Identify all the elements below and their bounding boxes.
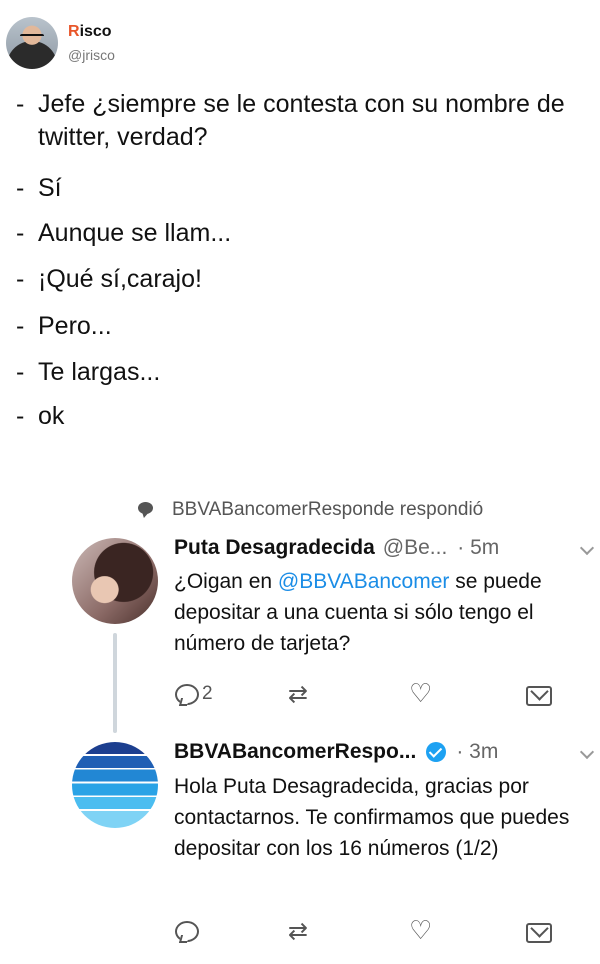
tweet-actions: 2 ⇄ ♡ <box>174 679 574 712</box>
envelope-icon <box>526 686 552 706</box>
dialog-line: - Pero... <box>16 310 112 343</box>
heart-icon: ♡ <box>409 679 433 709</box>
author-handle[interactable]: @jrisco <box>68 47 115 63</box>
reply-context-text: BBVABancomerResponde respondió <box>172 499 484 520</box>
dialog-line-text: Sí <box>38 174 62 202</box>
dialog-line-text: Aunque se llam... <box>38 219 232 247</box>
user-avatar[interactable] <box>72 538 158 624</box>
tweet-actions: ⇄ ♡ <box>174 916 574 949</box>
thread-connector <box>113 633 117 733</box>
dialog-line: - ¡Qué sí,carajo! <box>16 263 202 296</box>
verified-badge-icon <box>426 742 447 762</box>
tweet-body: ¿Oigan en @BBVABancomer se puede deposit… <box>174 570 542 655</box>
retweet-button[interactable]: ⇄ <box>288 682 308 706</box>
tweet-body: Hola Puta Desagradecida, gracias por con… <box>174 775 570 860</box>
like-button[interactable]: ♡ <box>409 679 433 709</box>
dialog-line-text: Jefe ¿siempre se le contesta con su nomb… <box>38 90 565 151</box>
dialog-line-text: ok <box>38 402 65 430</box>
dm-button[interactable] <box>526 686 552 706</box>
retweet-icon: ⇄ <box>288 917 309 945</box>
tweet-header: BBVABancomerRespo... · 3m <box>174 740 498 764</box>
heart-icon: ♡ <box>409 916 433 946</box>
author-avatar[interactable] <box>6 17 58 69</box>
tweet-timestamp[interactable]: · 3m <box>456 740 498 764</box>
speech-bubble-icon <box>136 501 156 519</box>
like-button[interactable]: ♡ <box>409 916 433 946</box>
dm-button[interactable] <box>526 923 552 943</box>
envelope-icon <box>526 923 552 943</box>
dialog-line: - Te largas... <box>16 356 160 389</box>
dialog-line-text: Te largas... <box>38 358 161 386</box>
reply-count: 2 <box>202 683 213 704</box>
dialog-line: - ok <box>16 400 64 433</box>
brand-avatar[interactable] <box>72 742 158 828</box>
tweet-header: Puta Desagradecida @Be... · 5m <box>174 536 499 560</box>
dialog-line-text: ¡Qué sí,carajo! <box>38 265 202 293</box>
reply-icon <box>174 682 199 706</box>
reply-button[interactable] <box>174 919 199 943</box>
author-name-first: R <box>68 23 80 40</box>
tweet-author-name[interactable]: BBVABancomerRespo... <box>174 740 416 764</box>
dialog-line: - Sí <box>16 172 62 205</box>
dialog-line: - Aunque se llam... <box>16 217 231 250</box>
reply-context[interactable]: BBVABancomerResponde respondió <box>136 499 483 521</box>
tweet-author-name[interactable]: Puta Desagradecida <box>174 536 375 560</box>
chevron-down-icon[interactable] <box>579 744 595 760</box>
retweet-button[interactable]: ⇄ <box>288 919 308 943</box>
dialog-line: - Jefe ¿siempre se le contesta con su nom… <box>16 88 586 154</box>
dialog-line-text: Pero... <box>38 312 112 340</box>
author-name-rest: isco <box>79 23 112 40</box>
retweet-icon: ⇄ <box>288 680 309 708</box>
reply-icon <box>174 919 199 943</box>
mention-link[interactable]: @BBVABancomer <box>278 570 450 593</box>
reply-button[interactable]: 2 <box>174 682 213 706</box>
tweet-author-handle[interactable]: @Be... <box>383 536 448 560</box>
tweet-timestamp[interactable]: · 5m <box>457 536 499 560</box>
chevron-down-icon[interactable] <box>579 540 595 556</box>
author-name[interactable]: Risco <box>68 23 112 41</box>
